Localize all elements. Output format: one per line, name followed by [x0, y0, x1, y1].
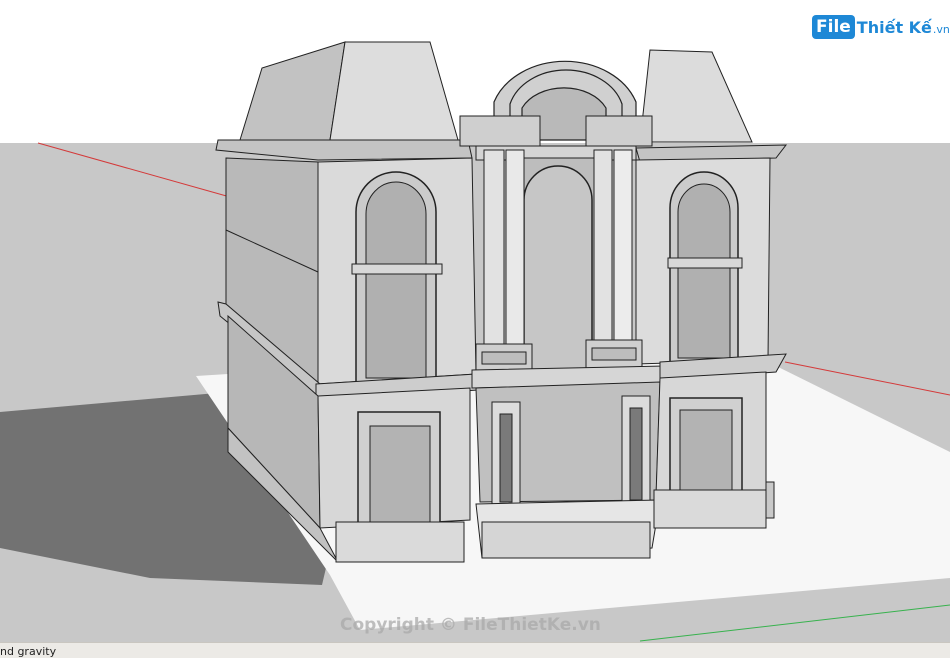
lower-pilaster-left-inset: [499, 413, 513, 503]
lower-window-right-glass: [679, 409, 733, 497]
step-front: [481, 521, 651, 559]
plinth-right-front: [653, 489, 767, 529]
upper-window-right-glass: [677, 183, 731, 359]
column-pedestal-right-panel: [591, 347, 637, 361]
status-bar: nd gravity: [0, 642, 950, 658]
upper-window-right-transom: [667, 257, 743, 269]
logo-mark: File: [812, 15, 855, 39]
plinth-right-end: [765, 481, 775, 519]
logo-name: Thiết Kế: [856, 17, 932, 37]
pediment-cap-right: [585, 115, 653, 147]
upper-window-left-glass: [365, 181, 427, 379]
logo-tld: .vn: [932, 23, 950, 36]
column-4: [613, 149, 633, 341]
3d-viewport[interactable]: [0, 0, 950, 642]
column-1: [483, 149, 505, 345]
filethietke-logo: File Thiết Kế .vn: [812, 12, 950, 42]
sketchup-window: File Thiết Kế .vn Copyright © FileThietK…: [0, 0, 950, 658]
upper-window-left-transom: [351, 263, 443, 275]
column-3: [593, 149, 613, 341]
status-text: nd gravity: [0, 645, 57, 658]
plinth-left-front: [335, 521, 465, 563]
column-2: [505, 149, 525, 345]
lower-window-left-glass: [369, 425, 431, 523]
pediment-cap-left: [459, 115, 541, 147]
column-pedestal-left-panel: [481, 351, 527, 365]
central-arch-opening: [523, 165, 593, 371]
copyright-watermark: Copyright © FileThietKe.vn: [340, 615, 601, 635]
lower-pilaster-right-inset: [629, 407, 643, 501]
